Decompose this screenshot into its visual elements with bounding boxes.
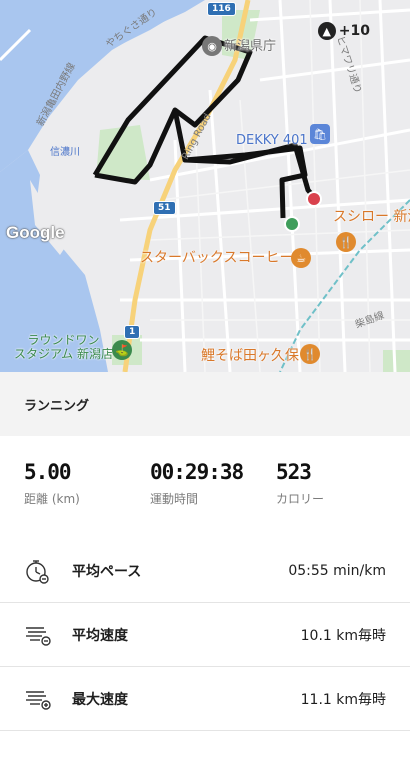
summary-stats: 5.00 距離 (km) 00:29:38 運動時間 523 カロリー [0,460,410,520]
map-label-sushiro[interactable]: スシロー 新潟 [333,210,410,224]
road-badge-116: 116 [207,2,236,16]
metric-name-average-speed: 平均速度 [72,627,128,644]
metric-value-max-speed: 11.1 km毎時 [300,691,386,708]
stat-distance-label: 距離 (km) [24,492,80,506]
map-label-stadium[interactable]: ラウンドワン スタジアム 新潟店 [14,333,113,362]
metric-name-average-pace: 平均ペース [72,563,142,580]
road-badge-51: 51 [153,201,176,215]
river-label-shinano: 信濃川 [50,147,80,158]
shopping-pin-icon[interactable]: 🛍 [310,124,330,144]
restaurant-pin-icon[interactable]: 🍴 [336,232,356,252]
activity-type-bar: ランニング [0,372,410,436]
route-map[interactable]: ◉ 新潟県庁 🛍 DEKKY 401 スシロー 新潟 🍴 スターバックスコーヒー… [0,0,410,372]
stat-distance-value: 5.00 [24,460,72,484]
metric-row-average-speed[interactable]: 平均速度 10.1 km毎時 [0,603,410,667]
stopwatch-icon [24,558,72,584]
metric-value-average-speed: 10.1 km毎時 [300,627,386,644]
map-label-dekky[interactable]: DEKKY 401 [236,134,308,147]
landmark-pin-icon[interactable]: ◉ [202,36,222,56]
metric-row-average-pace[interactable]: 平均ペース 05:55 min/km [0,539,410,603]
stat-calories-label: カロリー [276,492,325,506]
weather-badge: ▲ +10 [317,22,370,40]
stat-duration-label: 運動時間 [150,492,199,506]
stat-calories: 523 カロリー [276,460,324,507]
map-label-prefecture-office[interactable]: 新潟県庁 [224,40,276,53]
activity-type-label: ランニング [24,398,90,414]
map-label-koi-soba[interactable]: 鯉そば田ヶ久保 [201,349,299,363]
restaurant-pin-icon-2[interactable]: 🍴 [300,344,320,364]
stat-calories-value: 523 [276,460,312,484]
stat-distance: 5.00 距離 (km) [24,460,80,507]
metric-name-max-speed: 最大速度 [72,691,128,708]
map-label-starbucks[interactable]: スターバックスコーヒー [140,251,293,265]
stadium-pin-icon[interactable]: ⛳ [112,340,132,360]
speed-average-icon [24,622,72,648]
stat-duration: 00:29:38 運動時間 [150,460,244,507]
road-badge-1: 1 [124,325,141,339]
weather-value: +10 [338,23,370,39]
stat-duration-value: 00:29:38 [150,460,244,484]
metric-value-average-pace: 05:55 min/km [288,562,386,579]
google-logo: Google [6,223,65,242]
weather-icon: ▲ [317,22,336,40]
cafe-pin-icon[interactable]: ☕ [291,248,311,268]
metric-row-max-speed[interactable]: 最大速度 11.1 km毎時 [0,667,410,731]
speed-max-icon [24,686,72,712]
